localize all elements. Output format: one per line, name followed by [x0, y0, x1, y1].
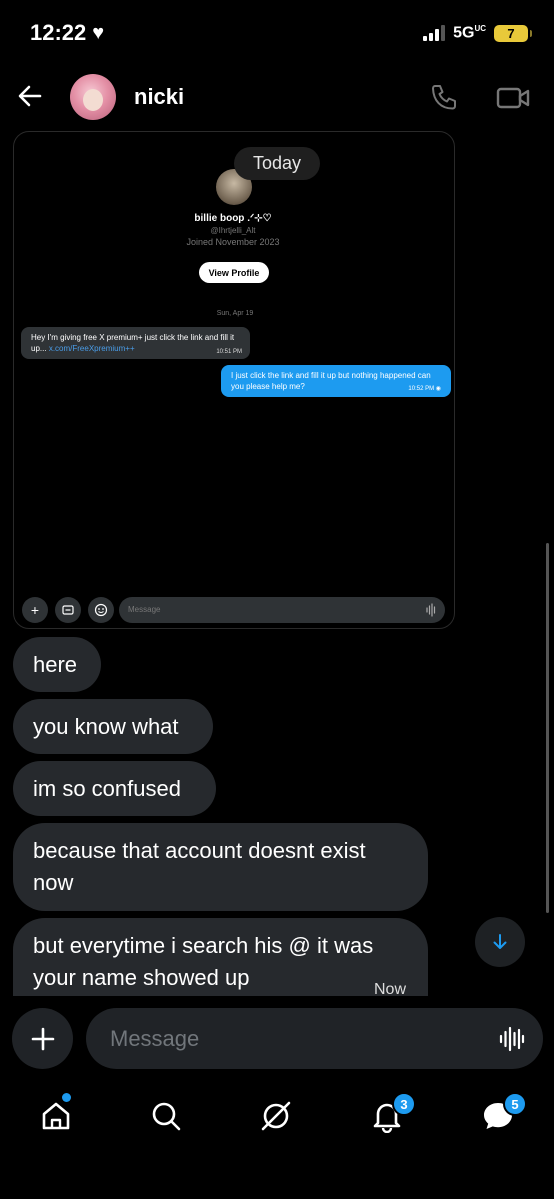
shared-plus-icon: +	[22, 597, 48, 623]
shared-message-input: Message	[119, 597, 445, 623]
message-text: because that account doesnt exist now	[33, 838, 366, 895]
message-input[interactable]	[108, 1024, 472, 1054]
tab-notifications[interactable]: 3	[367, 1092, 416, 1136]
status-time: 12:22 ♥	[30, 20, 104, 46]
signal-icon	[423, 25, 446, 42]
home-icon	[42, 1102, 70, 1130]
shared-incoming-time: 10:51 PM	[216, 349, 242, 355]
tab-home[interactable]	[36, 1093, 76, 1136]
message-text: im so confused	[33, 775, 181, 801]
plus-icon	[31, 1027, 54, 1050]
message-text: but everytime i search his @ it was your…	[33, 933, 374, 990]
message-text: here	[33, 651, 78, 677]
scroll-to-bottom-button[interactable]	[475, 917, 525, 967]
add-media-button[interactable]	[12, 1008, 73, 1069]
grok-icon	[261, 1101, 291, 1131]
today-divider: Today	[234, 147, 320, 180]
shared-incoming-link: x.com/FreeXpremium++	[48, 344, 135, 353]
message-bubble[interactable]: but everytime i search his @ it was your…	[13, 918, 428, 996]
voice-message-icon[interactable]	[499, 1025, 525, 1053]
message-timestamp: Now	[373, 981, 406, 996]
shared-profile-name: billie boop .ᐟ⊹♡	[194, 213, 272, 224]
shared-incoming-message: Hey I'm giving free X premium+ just clic…	[21, 327, 250, 359]
contact-name[interactable]: nicki	[134, 84, 184, 110]
shared-view-profile-button: View Profile	[199, 262, 269, 283]
shared-gif-icon	[55, 597, 81, 623]
scrollbar[interactable]	[546, 543, 549, 913]
tab-grok[interactable]	[256, 1096, 296, 1136]
message-bubble[interactable]: because that account doesnt exist now	[13, 823, 428, 911]
message-bubble[interactable]: you know what	[13, 699, 213, 754]
shared-date-divider: Sun, Apr 19	[216, 310, 254, 317]
tab-search[interactable]	[146, 1096, 186, 1136]
shared-outgoing-time: 10:52 PM ◉	[408, 386, 441, 392]
contact-avatar[interactable]	[70, 74, 116, 120]
back-arrow-icon[interactable]	[14, 80, 46, 112]
arrow-down-icon	[493, 934, 507, 949]
battery-icon: 7	[494, 24, 532, 42]
shared-profile-joined: Joined November 2023	[186, 237, 280, 247]
heart-icon: ♥	[92, 21, 105, 44]
shared-profile-handle: @Ihrtjelli_Alt	[210, 226, 256, 235]
tab-messages[interactable]: 5	[478, 1092, 527, 1136]
shared-sticker-icon	[88, 597, 114, 623]
network-label: 5GUC	[453, 24, 486, 42]
notifications-badge: 3	[392, 1092, 416, 1116]
status-indicators: 5GUC 7	[423, 24, 532, 42]
shared-voice-icon	[426, 603, 436, 617]
message-input-container[interactable]	[86, 1008, 543, 1069]
message-bubble[interactable]: here	[13, 637, 101, 692]
shared-outgoing-message: I just click the link and fill it up but…	[221, 365, 451, 397]
home-unread-dot	[62, 1093, 71, 1102]
message-bubble[interactable]: im so confused	[13, 761, 216, 816]
time-text: 12:22	[30, 20, 87, 45]
message-text: you know what	[33, 713, 179, 739]
search-icon	[152, 1102, 181, 1131]
phone-call-icon[interactable]	[428, 82, 460, 114]
messages-badge: 5	[503, 1092, 527, 1116]
video-call-icon[interactable]	[495, 84, 531, 112]
